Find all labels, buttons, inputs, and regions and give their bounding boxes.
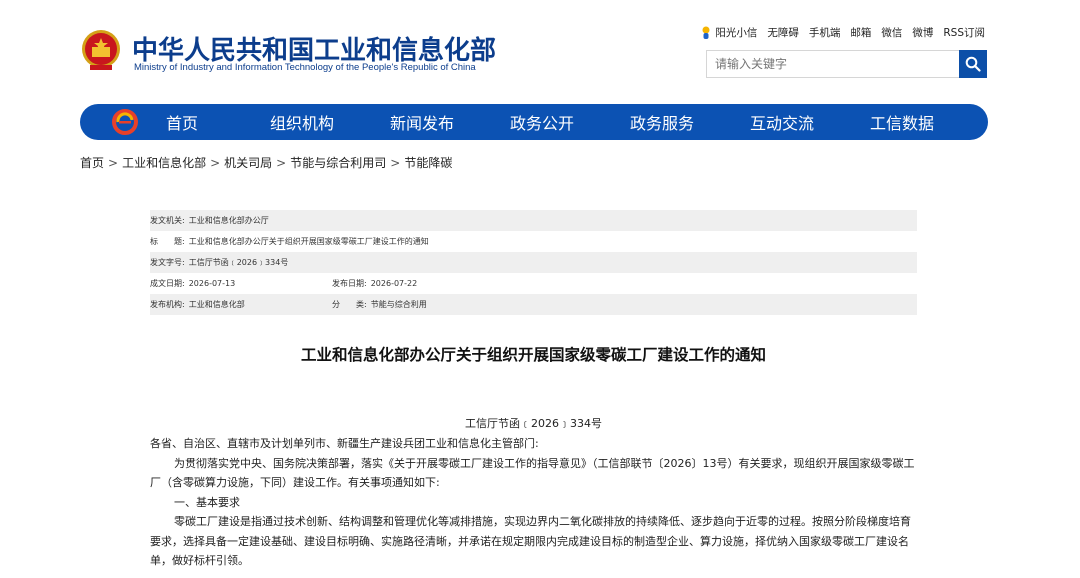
document-body: 各省、自治区、直辖市及计划单列市、新疆生产建设兵团工业和信息化主管部门: 为贯彻… bbox=[150, 434, 920, 571]
nav-services[interactable]: 政务服务 bbox=[602, 110, 722, 134]
breadcrumb: 首页 > 工业和信息化部 > 机关司局 > 节能与综合利用司 > 节能降碳 bbox=[80, 154, 452, 171]
toplink-weibo[interactable]: 微博 bbox=[912, 25, 933, 40]
meta-created-date: 2026-07-13 bbox=[188, 279, 236, 288]
meta-issuer: 工业和信息化部办公厅 bbox=[188, 216, 269, 225]
meta-category: 节能与综合利用 bbox=[370, 300, 427, 309]
meta-org: 工业和信息化部 bbox=[188, 300, 245, 309]
salutation: 各省、自治区、直辖市及计划单列市、新疆生产建设兵团工业和信息化主管部门: bbox=[150, 437, 539, 450]
toplink-mail[interactable]: 邮箱 bbox=[850, 25, 871, 40]
search-input[interactable] bbox=[706, 50, 960, 78]
toplink-wechat[interactable]: 微信 bbox=[881, 25, 902, 40]
miit-logo-icon[interactable] bbox=[110, 107, 140, 137]
nav-organization[interactable]: 组织机构 bbox=[242, 110, 362, 134]
sunshine-mascot-icon bbox=[702, 26, 710, 39]
meta-row-issuer: 发文机关: 工业和信息化部办公厅 bbox=[150, 210, 917, 231]
national-emblem-icon[interactable] bbox=[80, 27, 122, 73]
document-number: 工信厅节函﹝2026﹞334号 bbox=[465, 417, 602, 430]
breadcrumb-departments[interactable]: 机关司局 bbox=[224, 156, 272, 170]
toplink-sunshine[interactable]: 阳光小信 bbox=[701, 25, 757, 40]
meta-row-title: 标 题: 工业和信息化部办公厅关于组织开展国家级零碳工厂建设工作的通知 bbox=[150, 231, 917, 252]
meta-published-date: 2026-07-22 bbox=[370, 279, 418, 288]
paragraph: 为贯彻落实党中央、国务院决策部署，落实《关于开展零碳工厂建设工作的指导意见》（工… bbox=[150, 456, 915, 490]
toplink-mobile[interactable]: 手机端 bbox=[809, 25, 841, 40]
breadcrumb-separator: > bbox=[390, 156, 401, 170]
top-links: 阳光小信 无障碍 手机端 邮箱 微信 微博 RSS订阅 bbox=[691, 25, 985, 40]
nav-government-affairs[interactable]: 政务公开 bbox=[482, 110, 602, 134]
nav-news[interactable]: 新闻发布 bbox=[362, 110, 482, 134]
meta-row-docno: 发文字号: 工信厅节函﹝2026﹞334号 bbox=[150, 252, 917, 273]
breadcrumb-separator: > bbox=[276, 156, 287, 170]
document-meta-table: 发文机关: 工业和信息化部办公厅 标 题: 工业和信息化部办公厅关于组织开展国家级零… bbox=[150, 210, 917, 315]
document-title: 工业和信息化部办公厅关于组织开展国家级零碳工厂建设工作的通知 bbox=[300, 346, 766, 364]
site-title-en: Ministry of Industry and Information Tec… bbox=[134, 62, 476, 73]
meta-label: 分 类: bbox=[332, 300, 367, 309]
breadcrumb-home[interactable]: 首页 bbox=[80, 156, 104, 170]
meta-label: 标 题: bbox=[150, 237, 185, 246]
site-header: 中华人民共和国工业和信息化部 Ministry of Industry and … bbox=[0, 0, 1080, 100]
paragraph: 零碳工厂建设是指通过技术创新、结构调整和管理优化等减排措施，实现边界内二氧化碳排… bbox=[150, 515, 911, 567]
search-button[interactable] bbox=[959, 50, 987, 78]
breadcrumb-separator: > bbox=[210, 156, 221, 170]
meta-label: 发布机构: bbox=[150, 300, 185, 309]
meta-row-org: 发布机构: 工业和信息化部 分 类: 节能与综合利用 bbox=[150, 294, 917, 315]
meta-docno: 工信厅节函﹝2026﹞334号 bbox=[188, 258, 289, 267]
toplink-accessibility[interactable]: 无障碍 bbox=[767, 25, 799, 40]
meta-label: 发文机关: bbox=[150, 216, 185, 225]
toplink-label: 阳光小信 bbox=[715, 27, 758, 39]
breadcrumb-division[interactable]: 节能与综合利用司 bbox=[290, 156, 386, 170]
section-heading: 一、基本要求 bbox=[174, 495, 240, 509]
meta-label: 发布日期: bbox=[332, 279, 367, 288]
nav-interaction[interactable]: 互动交流 bbox=[722, 110, 842, 134]
search-icon bbox=[965, 56, 981, 72]
nav-home[interactable]: 首页 bbox=[152, 110, 212, 134]
nav-data[interactable]: 工信数据 bbox=[842, 110, 962, 134]
breadcrumb-separator: > bbox=[108, 156, 119, 170]
meta-title: 工业和信息化部办公厅关于组织开展国家级零碳工厂建设工作的通知 bbox=[188, 237, 429, 246]
breadcrumb-current[interactable]: 节能降碳 bbox=[404, 156, 452, 170]
meta-label: 发文字号: bbox=[150, 258, 185, 267]
meta-row-dates: 成文日期: 2026-07-13 发布日期: 2026-07-22 bbox=[150, 273, 917, 294]
main-nav: 首页 组织机构 新闻发布 政务公开 政务服务 互动交流 工信数据 bbox=[80, 104, 988, 140]
breadcrumb-ministry[interactable]: 工业和信息化部 bbox=[122, 156, 206, 170]
toplink-rss[interactable]: RSS订阅 bbox=[943, 25, 985, 40]
meta-label: 成文日期: bbox=[150, 279, 185, 288]
